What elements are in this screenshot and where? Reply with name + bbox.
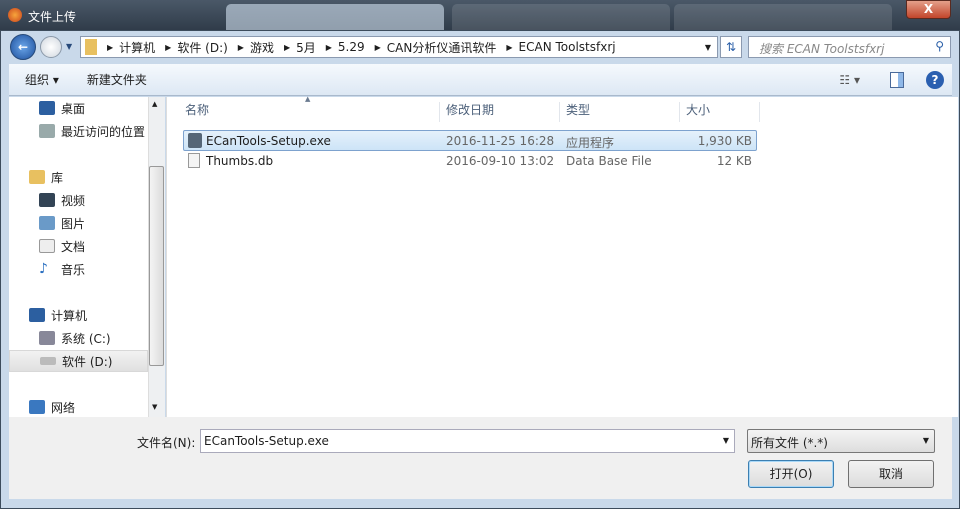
- organize-button[interactable]: 组织 ▾: [9, 71, 73, 88]
- column-header-type[interactable]: 类型: [560, 102, 680, 122]
- music-icon: ♪: [39, 261, 48, 277]
- video-icon: [39, 193, 55, 207]
- breadcrumb-drive-d[interactable]: ▶ 软件 (D:): [159, 39, 228, 56]
- search-icon: ⚲: [935, 39, 944, 53]
- breadcrumb-computer[interactable]: ▶ 计算机: [101, 39, 155, 56]
- sidebar-item-libraries[interactable]: 库: [9, 166, 148, 188]
- sidebar-item-music[interactable]: ♪ 音乐: [9, 258, 148, 280]
- file-type-select[interactable]: 所有文件 (*.*) ▼: [747, 429, 935, 453]
- file-list: 名称 ▲ 修改日期 类型 大小 ECanTools-Setup.exe 2016…: [166, 95, 958, 417]
- sidebar-item-desktop[interactable]: 桌面: [9, 97, 148, 119]
- folder-icon: [85, 39, 97, 55]
- scroll-up-icon[interactable]: ▲: [152, 100, 157, 108]
- sidebar-item-computer[interactable]: 计算机: [9, 304, 148, 326]
- filename-input[interactable]: ECanTools-Setup.exe ▼: [200, 429, 735, 453]
- network-icon: [29, 400, 45, 414]
- file-type: Data Base File: [566, 154, 652, 168]
- sort-ascending-icon: ▲: [305, 95, 311, 103]
- title-bar: 文件上传 X: [0, 0, 960, 32]
- view-options-icon[interactable]: ☷ ▾: [839, 73, 860, 87]
- column-header-name[interactable]: 名称: [179, 102, 440, 122]
- breadcrumb-may[interactable]: ▶ 5月: [278, 39, 316, 56]
- sidebar-item-videos[interactable]: 视频: [9, 189, 148, 211]
- chevron-down-icon: ▼: [922, 436, 929, 445]
- sidebar-item-recent[interactable]: 最近访问的位置: [9, 120, 148, 142]
- breadcrumb-games[interactable]: ▶ 游戏: [232, 39, 274, 56]
- file-name: Thumbs.db: [206, 154, 274, 168]
- computer-icon: [29, 308, 45, 322]
- libraries-icon: [29, 170, 45, 184]
- picture-icon: [39, 216, 55, 230]
- column-header-date[interactable]: 修改日期: [440, 102, 560, 122]
- file-name: ECanTools-Setup.exe: [206, 134, 331, 148]
- document-icon: [39, 239, 55, 253]
- help-icon[interactable]: ?: [926, 70, 944, 89]
- system-drive-icon: [39, 331, 55, 345]
- forward-button[interactable]: [40, 36, 62, 58]
- open-button[interactable]: 打开(O): [748, 460, 834, 488]
- preview-pane-icon[interactable]: [890, 71, 904, 88]
- file-row[interactable]: Thumbs.db 2016-09-10 13:02 Data Base Fil…: [183, 151, 757, 172]
- navigation-pane: 桌面 最近访问的位置 库 视频 图片 文档 ♪ 音乐 计算机 系统 (C:) 软件…: [9, 97, 148, 417]
- breadcrumb-5-29[interactable]: ▶ 5.29: [320, 40, 365, 54]
- firefox-icon: [8, 8, 22, 22]
- address-bar[interactable]: ▶ 计算机 ▶ 软件 (D:) ▶ 游戏 ▶ 5月 ▶ 5.29 ▶ CAN分析仪通讯软件 …: [80, 36, 718, 58]
- search-input[interactable]: 搜索 ECAN Toolstsfxrj ⚲: [748, 36, 951, 58]
- file-date: 2016-11-25 16:28: [446, 134, 555, 148]
- file-size: 1,930 KB: [697, 134, 752, 148]
- browser-tab[interactable]: [452, 4, 670, 32]
- sidebar-item-network[interactable]: 网络: [9, 396, 148, 418]
- desktop-icon: [39, 101, 55, 115]
- file-size: 12 KB: [716, 154, 752, 168]
- chevron-down-icon[interactable]: ▼: [723, 436, 729, 445]
- address-dropdown-icon[interactable]: ▼: [705, 43, 711, 52]
- close-button[interactable]: X: [906, 0, 951, 19]
- file-date: 2016-09-10 13:02: [446, 154, 555, 168]
- db-file-icon: [188, 153, 200, 168]
- window-title: 文件上传: [28, 10, 77, 24]
- toolbar: 组织 ▾ 新建文件夹 ☷ ▾ ?: [9, 64, 952, 96]
- filename-label: 文件名(N):: [137, 436, 196, 450]
- browser-tab[interactable]: [226, 4, 444, 32]
- new-folder-button[interactable]: 新建文件夹: [73, 71, 161, 88]
- recent-places-icon: [39, 124, 55, 138]
- exe-icon: [188, 133, 202, 148]
- scrollbar-thumb[interactable]: [149, 166, 164, 366]
- drive-icon: [40, 357, 56, 365]
- breadcrumb-ecan-tools[interactable]: ▶ ECAN Toolstsfxrj: [500, 40, 615, 54]
- back-button[interactable]: ←: [10, 34, 36, 60]
- file-type: 应用程序: [566, 136, 615, 150]
- browser-tab[interactable]: [674, 4, 892, 32]
- file-row[interactable]: ECanTools-Setup.exe 2016-11-25 16:28 应用程…: [183, 130, 757, 151]
- column-header-size[interactable]: 大小: [680, 102, 760, 122]
- sidebar-item-drive-d[interactable]: 软件 (D:): [9, 350, 148, 372]
- sidebar-item-drive-c[interactable]: 系统 (C:): [9, 327, 148, 349]
- scroll-down-icon[interactable]: ▼: [152, 403, 157, 411]
- history-dropdown-icon[interactable]: ▼: [66, 42, 72, 51]
- refresh-button[interactable]: ⇅: [720, 36, 742, 58]
- cancel-button[interactable]: 取消: [848, 460, 934, 488]
- sidebar-item-documents[interactable]: 文档: [9, 235, 148, 257]
- breadcrumb-can-software[interactable]: ▶ CAN分析仪通讯软件: [369, 39, 497, 56]
- sidebar-item-pictures[interactable]: 图片: [9, 212, 148, 234]
